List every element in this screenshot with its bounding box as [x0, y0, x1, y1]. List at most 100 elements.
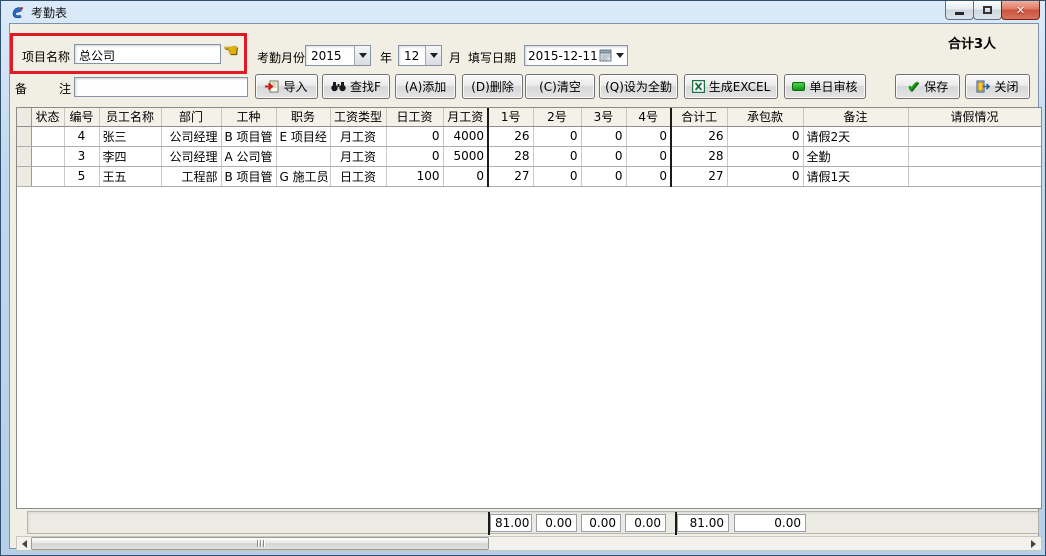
- cell-r0-c7[interactable]: 0: [386, 126, 443, 146]
- cell-r2-c0[interactable]: [31, 166, 64, 186]
- cell-r1-c8[interactable]: 5000: [443, 146, 488, 166]
- cell-r0-c2[interactable]: 张三: [99, 126, 161, 146]
- cell-r0-c9[interactable]: 26: [488, 126, 533, 146]
- close-button[interactable]: 关闭: [965, 74, 1030, 99]
- row-selector[interactable]: [17, 146, 31, 166]
- remark-field[interactable]: [74, 77, 248, 97]
- generate-excel-button[interactable]: 生成EXCEL: [684, 74, 778, 99]
- delete-button[interactable]: (D)删除: [462, 74, 523, 99]
- column-header-10[interactable]: 2号: [533, 108, 581, 126]
- hand-pointer-icon[interactable]: ☚: [223, 41, 238, 61]
- column-header-0[interactable]: 状态: [31, 108, 64, 126]
- title-bar[interactable]: 考勤表: [1, 1, 1045, 23]
- table-row[interactable]: 4张三公司经理B 项目管E 项目经月工资0400026000260请假2天: [17, 126, 1041, 146]
- cell-r1-c5[interactable]: [276, 146, 330, 166]
- column-header-15[interactable]: 备注: [803, 108, 908, 126]
- cell-r1-c14[interactable]: 0: [727, 146, 803, 166]
- column-header-14[interactable]: 承包款: [727, 108, 803, 126]
- cell-r2-c12[interactable]: 0: [626, 166, 671, 186]
- column-header-2[interactable]: 员工名称: [99, 108, 161, 126]
- table-row[interactable]: 5王五工程部B 项目管G 施工员日工资100027000270请假1天: [17, 166, 1041, 186]
- fill-date-field[interactable]: 2015-12-11: [524, 45, 628, 66]
- scrollbar-thumb[interactable]: [31, 537, 489, 550]
- cell-r2-c13[interactable]: 27: [671, 166, 727, 186]
- column-header-7[interactable]: 日工资: [386, 108, 443, 126]
- cell-r0-c4[interactable]: B 项目管: [221, 126, 276, 146]
- scroll-right-button[interactable]: [1026, 537, 1041, 550]
- set-full-attendance-button[interactable]: (Q)设为全勤: [599, 74, 678, 99]
- cell-r0-c1[interactable]: 4: [64, 126, 99, 146]
- cell-r0-c16[interactable]: [908, 126, 1041, 146]
- row-selector[interactable]: [17, 166, 31, 186]
- cell-r1-c0[interactable]: [31, 146, 64, 166]
- cell-r2-c14[interactable]: 0: [727, 166, 803, 186]
- row-selector[interactable]: [17, 126, 31, 146]
- find-button[interactable]: 查找F: [322, 74, 390, 99]
- month-select[interactable]: 12: [398, 45, 442, 66]
- daily-audit-button[interactable]: 单日审核: [784, 74, 866, 99]
- add-button[interactable]: (A)添加: [395, 74, 456, 99]
- cell-r1-c7[interactable]: 0: [386, 146, 443, 166]
- cell-r0-c13[interactable]: 26: [671, 126, 727, 146]
- cell-r0-c0[interactable]: [31, 126, 64, 146]
- column-header-13[interactable]: 合计工: [671, 108, 727, 126]
- restore-button[interactable]: [973, 1, 1002, 20]
- cell-r1-c2[interactable]: 李四: [99, 146, 161, 166]
- cell-r2-c7[interactable]: 100: [386, 166, 443, 186]
- cell-r0-c11[interactable]: 0: [581, 126, 626, 146]
- cell-r2-c6[interactable]: 日工资: [330, 166, 386, 186]
- cell-r1-c3[interactable]: 公司经理: [161, 146, 221, 166]
- column-header-1[interactable]: 编号: [64, 108, 99, 126]
- column-header-12[interactable]: 4号: [626, 108, 671, 126]
- import-button[interactable]: 导入: [255, 74, 318, 99]
- cell-r1-c1[interactable]: 3: [64, 146, 99, 166]
- date-dropdown-arrow[interactable]: [616, 53, 624, 58]
- cell-r0-c5[interactable]: E 项目经: [276, 126, 330, 146]
- cell-r0-c3[interactable]: 公司经理: [161, 126, 221, 146]
- cell-r1-c9[interactable]: 28: [488, 146, 533, 166]
- cell-r2-c10[interactable]: 0: [533, 166, 581, 186]
- column-header-6[interactable]: 工资类型: [330, 108, 386, 126]
- calendar-icon[interactable]: [599, 49, 612, 62]
- scroll-left-button[interactable]: [17, 537, 32, 550]
- clear-button[interactable]: (C)清空: [525, 74, 595, 99]
- cell-r1-c12[interactable]: 0: [626, 146, 671, 166]
- cell-r0-c14[interactable]: 0: [727, 126, 803, 146]
- cell-r2-c9[interactable]: 27: [488, 166, 533, 186]
- column-header-9[interactable]: 1号: [488, 108, 533, 126]
- column-header-5[interactable]: 职务: [276, 108, 330, 126]
- cell-r1-c11[interactable]: 0: [581, 146, 626, 166]
- cell-r2-c3[interactable]: 工程部: [161, 166, 221, 186]
- save-button[interactable]: ✔ 保存: [895, 74, 960, 99]
- cell-r0-c15[interactable]: 请假2天: [803, 126, 908, 146]
- cell-r0-c12[interactable]: 0: [626, 126, 671, 146]
- cell-r2-c5[interactable]: G 施工员: [276, 166, 330, 186]
- cell-r1-c16[interactable]: [908, 146, 1041, 166]
- close-window-button[interactable]: ✕: [1001, 1, 1040, 20]
- cell-r2-c15[interactable]: 请假1天: [803, 166, 908, 186]
- column-header-3[interactable]: 部门: [161, 108, 221, 126]
- month-dropdown-arrow[interactable]: [425, 46, 441, 65]
- cell-r1-c15[interactable]: 全勤: [803, 146, 908, 166]
- cell-r1-c13[interactable]: 28: [671, 146, 727, 166]
- cell-r2-c2[interactable]: 王五: [99, 166, 161, 186]
- year-dropdown-arrow[interactable]: [354, 46, 370, 65]
- year-select[interactable]: 2015: [305, 45, 371, 66]
- cell-r1-c6[interactable]: 月工资: [330, 146, 386, 166]
- cell-r2-c11[interactable]: 0: [581, 166, 626, 186]
- cell-r2-c1[interactable]: 5: [64, 166, 99, 186]
- cell-r2-c16[interactable]: [908, 166, 1041, 186]
- column-header-16[interactable]: 请假情况: [908, 108, 1041, 126]
- cell-r1-c10[interactable]: 0: [533, 146, 581, 166]
- horizontal-scrollbar[interactable]: [16, 536, 1042, 551]
- column-header-11[interactable]: 3号: [581, 108, 626, 126]
- cell-r2-c8[interactable]: 0: [443, 166, 488, 186]
- table-row[interactable]: 3李四公司经理A 公司管月工资0500028000280全勤: [17, 146, 1041, 166]
- project-name-field[interactable]: 总公司: [74, 44, 221, 64]
- column-header-4[interactable]: 工种: [221, 108, 276, 126]
- cell-r0-c10[interactable]: 0: [533, 126, 581, 146]
- cell-r0-c6[interactable]: 月工资: [330, 126, 386, 146]
- cell-r0-c8[interactable]: 4000: [443, 126, 488, 146]
- column-header-8[interactable]: 月工资: [443, 108, 488, 126]
- cell-r1-c4[interactable]: A 公司管: [221, 146, 276, 166]
